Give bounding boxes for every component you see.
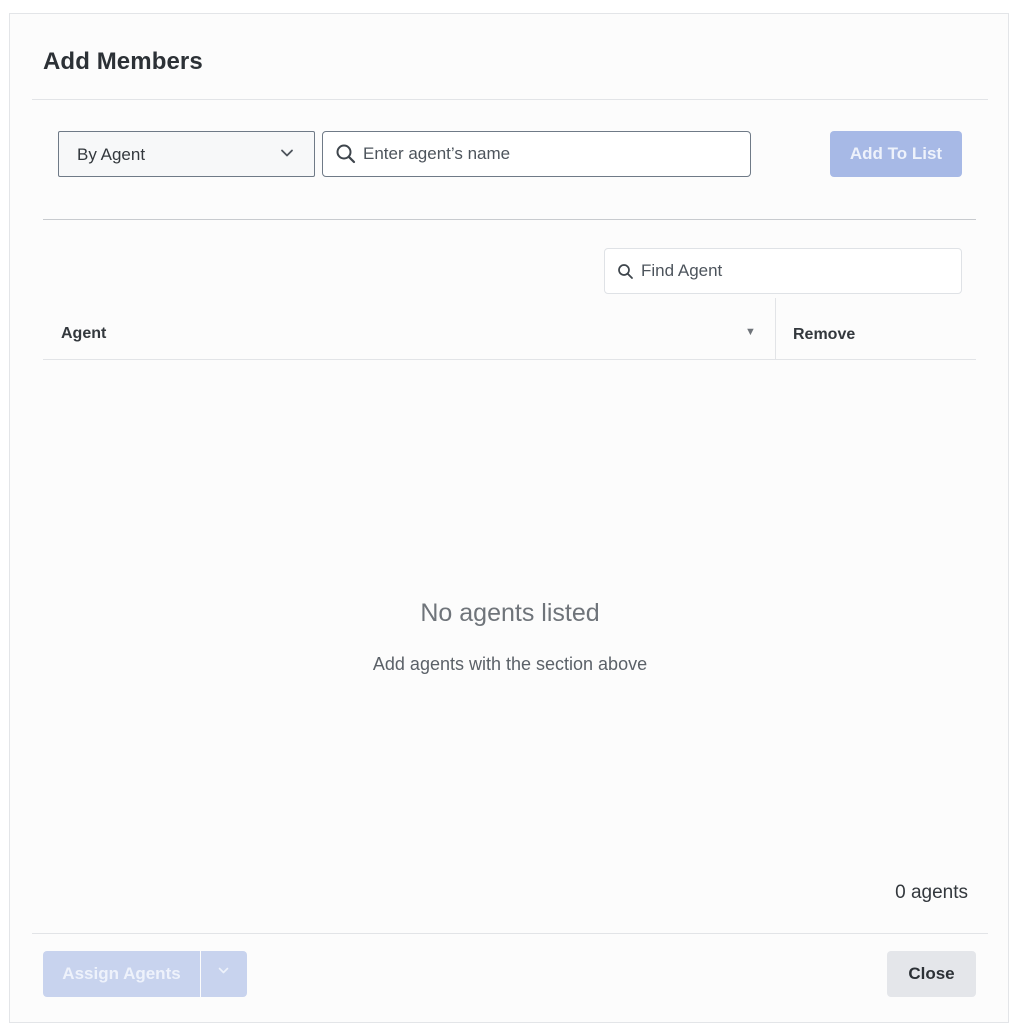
close-button[interactable]: Close [887,951,976,997]
assign-agents-split-button: Assign Agents [43,951,247,997]
chevron-down-icon [218,967,229,974]
search-icon [618,264,633,279]
agent-count: 0 agents [895,882,968,903]
assign-agents-button[interactable]: Assign Agents [43,951,200,997]
add-members-modal: Add Members By Agent Add To List Agent [9,13,1009,1023]
filter-type-selected-value: By Agent [77,145,146,164]
modal-header: Add Members [32,14,988,100]
find-agent-search [604,248,962,294]
footer-divider [32,933,988,934]
empty-state-subtitle: Add agents with the section above [372,654,648,674]
find-agent-input[interactable] [641,249,951,293]
column-header-agent[interactable]: Agent ▼ [43,298,775,359]
empty-state-title: No agents listed [420,599,600,627]
chevron-down-icon [281,149,293,157]
sort-down-icon: ▼ [745,326,756,338]
column-header-remove: Remove [793,326,856,343]
section-divider [43,219,976,220]
column-header-agent-label: Agent [61,325,107,342]
search-icon [336,144,356,164]
agent-name-search [322,131,751,177]
agent-name-input[interactable] [363,132,743,176]
add-to-list-button[interactable]: Add To List [830,131,962,177]
filter-type-select[interactable]: By Agent [58,131,315,177]
agents-table-header: Agent ▼ Remove [43,298,976,360]
column-separator [775,298,776,359]
assign-agents-menu-button[interactable] [201,951,247,997]
modal-title: Add Members [43,48,203,75]
